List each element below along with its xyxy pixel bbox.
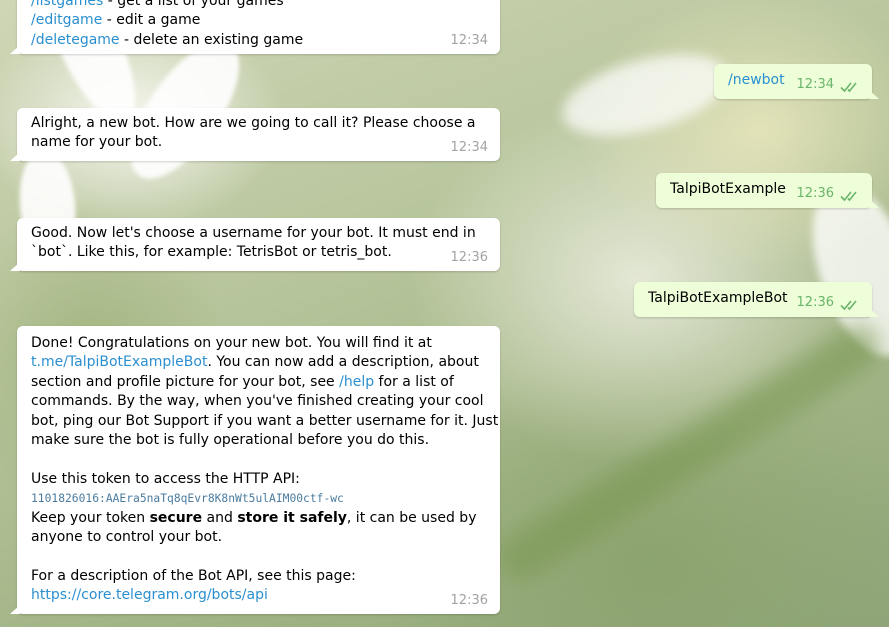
message-time: 12:34: [450, 32, 488, 48]
message-line: name for your bot.: [31, 134, 163, 151]
message-bubble-outgoing[interactable]: TalpiBotExampleBot 12:36: [634, 282, 879, 317]
message-time: 12:36: [796, 185, 834, 201]
message-line: Alright, a new bot. How are we going to …: [31, 115, 476, 131]
message-line: `bot`. Like this, for example: TetrisBot…: [31, 244, 392, 261]
double-check-icon: [840, 300, 857, 311]
command-link[interactable]: /deletegame: [31, 32, 120, 48]
bot-link[interactable]: t.me/TalpiBotExampleBot: [31, 354, 207, 370]
command-link[interactable]: /listgames: [31, 0, 103, 9]
message-line: Done! Congratulations on your new bot. Y…: [31, 335, 432, 351]
api-token[interactable]: 1101826016:AAEra5naTq8qEvr8K8nWt5ulAIM00…: [31, 489, 486, 508]
message-line: /deletegame - delete an existing game: [31, 31, 304, 48]
message-line: For a description of the Bot API, see th…: [31, 567, 356, 584]
command-link[interactable]: /newbot: [728, 71, 785, 90]
message-bubble-incoming[interactable]: Good. Now let's choose a username for yo…: [10, 218, 500, 271]
daisy-petal: [553, 39, 737, 151]
message-time: 12:36: [450, 592, 488, 608]
message-line: anyone to control your bot.: [31, 529, 223, 546]
message-line: section and profile picture for your bot…: [31, 373, 454, 390]
message-line: make sure the bot is fully operational b…: [31, 432, 430, 449]
message-line: commands. By the way, when you've finish…: [31, 393, 484, 410]
daisy-stem: [491, 316, 889, 588]
message-bubble-outgoing[interactable]: /newbot 12:34: [714, 64, 879, 99]
message-time: 12:34: [796, 76, 834, 92]
command-link[interactable]: /editgame: [31, 12, 102, 28]
message-bubble-incoming[interactable]: Done! Congratulations on your new bot. Y…: [10, 326, 500, 614]
double-check-icon: [840, 82, 857, 93]
message-time: 12:34: [450, 139, 488, 155]
message-line: Good. Now let's choose a username for yo…: [31, 225, 476, 241]
message-text: TalpiBotExampleBot: [648, 290, 788, 306]
double-check-icon: [840, 191, 857, 202]
api-docs-link[interactable]: https://core.telegram.org/bots/api: [31, 586, 486, 605]
message-line: bot, ping our Bot Support if you want a …: [31, 412, 499, 429]
message-line: t.me/TalpiBotExampleBot. You can now add…: [31, 354, 479, 371]
message-time: 12:36: [796, 294, 834, 310]
message-bubble-incoming[interactable]: /listgames - get a list of your games /e…: [10, 0, 500, 54]
message-line: Use this token to access the HTTP API:: [31, 470, 300, 487]
message-bubble-incoming[interactable]: Alright, a new bot. How are we going to …: [10, 108, 500, 161]
message-line: /listgames - get a list of your games: [31, 0, 486, 11]
message-bubble-outgoing[interactable]: TalpiBotExample 12:36: [656, 173, 879, 208]
message-time: 12:36: [450, 249, 488, 265]
message-line: /editgame - edit a game: [31, 12, 201, 29]
command-link[interactable]: /help: [339, 374, 374, 390]
message-line: Keep your token secure and store it safe…: [31, 509, 477, 526]
message-text: TalpiBotExample: [670, 181, 786, 197]
